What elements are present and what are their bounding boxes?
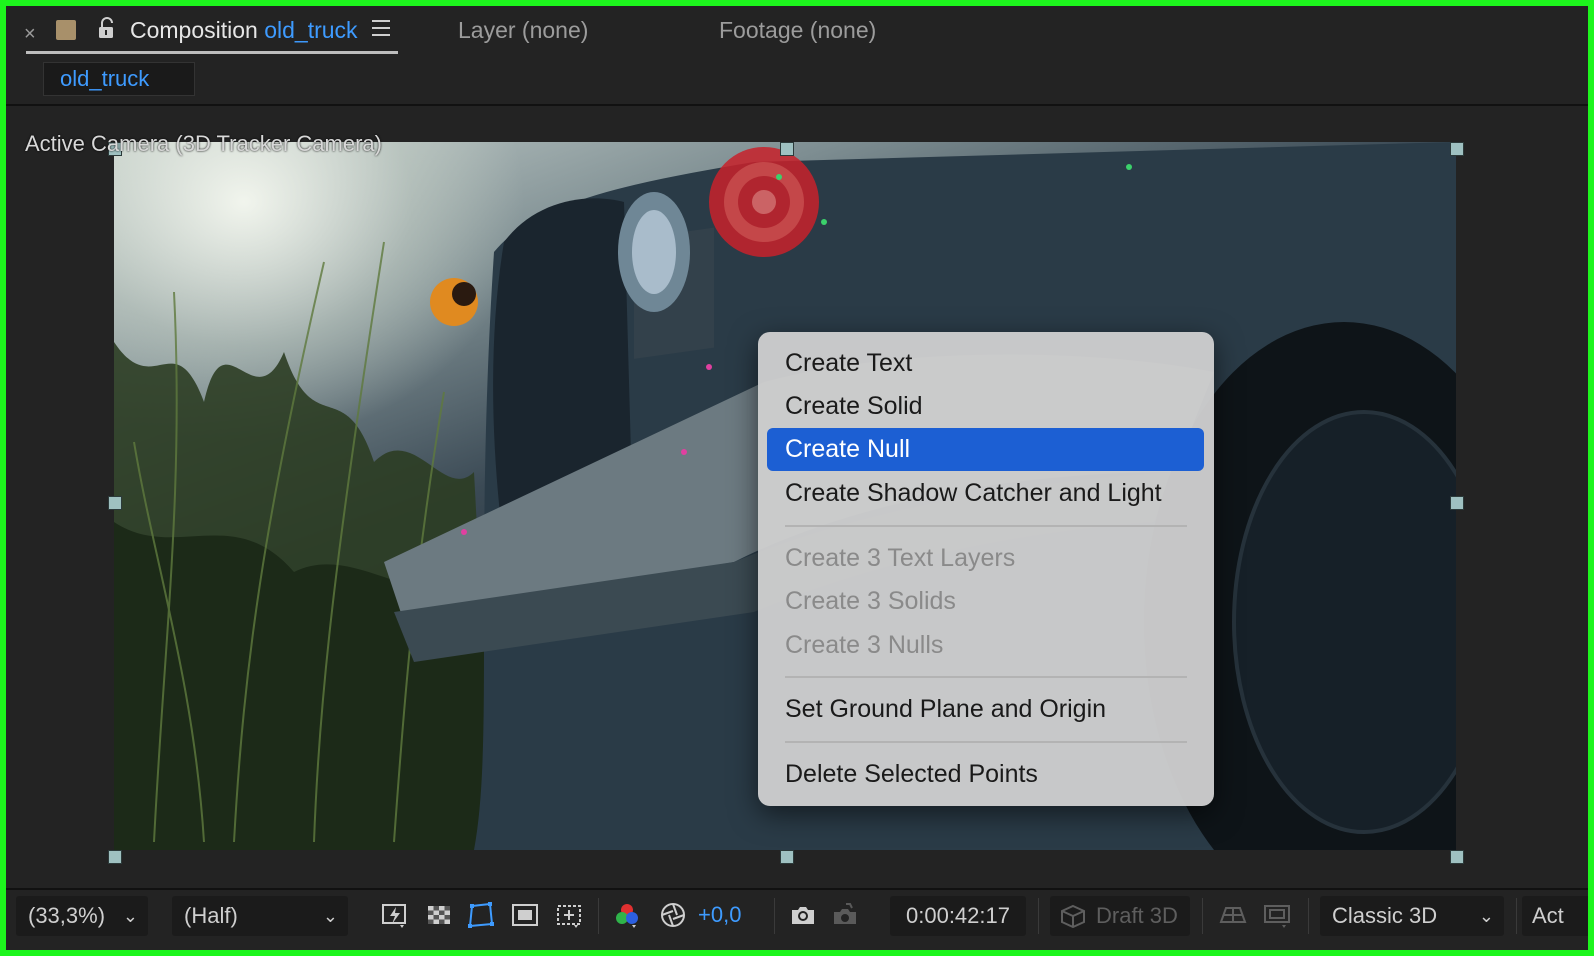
panel-menu-icon[interactable] bbox=[372, 20, 390, 38]
toolbar-separator bbox=[598, 898, 599, 934]
tab-composition-title: Composition old_truck bbox=[130, 17, 358, 44]
exposure-value[interactable]: +0,0 bbox=[698, 902, 741, 928]
timecode-value: 0:00:42:17 bbox=[906, 903, 1010, 928]
renderer-value: Classic 3D bbox=[1332, 903, 1438, 928]
menu-item-create-3-solids: Create 3 Solids bbox=[785, 587, 956, 615]
chevron-down-icon: ⌄ bbox=[322, 906, 338, 926]
zoom-value: (33,3%) bbox=[28, 903, 106, 928]
menu-item-create-solid[interactable]: Create Solid bbox=[767, 385, 1204, 428]
menu-item-create-text[interactable]: Create Text bbox=[767, 342, 1204, 385]
mask-visibility-icon[interactable] bbox=[466, 900, 496, 930]
active-camera-value: Act bbox=[1532, 903, 1564, 928]
zoom-dropdown[interactable]: (33,3%) ⌄ bbox=[16, 896, 148, 936]
composition-viewer[interactable]: Active Camera (3D Tracker Camera) Create… bbox=[6, 106, 1588, 888]
renderer-dropdown[interactable]: Classic 3D ⌄ bbox=[1320, 896, 1504, 936]
composition-flowchart-tab[interactable]: old_truck bbox=[43, 62, 195, 96]
tab-layer[interactable]: Layer (none) bbox=[458, 17, 588, 44]
layer-handle-bottom-center[interactable] bbox=[780, 850, 794, 864]
chevron-down-icon: ⌄ bbox=[1478, 906, 1494, 926]
ground-plane-icon bbox=[1219, 907, 1247, 923]
draft-3d-label: Draft 3D bbox=[1096, 903, 1178, 928]
menu-item-create-shadow-catcher[interactable]: Create Shadow Catcher and Light bbox=[767, 472, 1204, 515]
close-icon[interactable]: × bbox=[24, 24, 36, 44]
layer-handle-top-right[interactable] bbox=[1450, 142, 1464, 156]
toolbar-separator bbox=[1308, 898, 1309, 934]
layer-handle-top-center[interactable] bbox=[780, 142, 794, 156]
layer-handle-middle-right[interactable] bbox=[1450, 496, 1464, 510]
tab-composition-name: old_truck bbox=[264, 17, 358, 43]
layer-handle-bottom-left[interactable] bbox=[108, 850, 122, 864]
layer-handle-bottom-right[interactable] bbox=[1450, 850, 1464, 864]
grid-guides-icon[interactable] bbox=[554, 900, 584, 930]
layer-handle-middle-left[interactable] bbox=[108, 496, 122, 510]
resolution-value: (Half) bbox=[184, 903, 238, 928]
tab-footage[interactable]: Footage (none) bbox=[719, 17, 876, 44]
region-of-interest-icon[interactable] bbox=[510, 900, 540, 930]
draft-3d-toggle[interactable]: Draft 3D bbox=[1050, 896, 1190, 936]
panel-tab-bar: × Composition old_truck Layer (none) Foo… bbox=[6, 6, 1588, 58]
reset-exposure-icon[interactable] bbox=[658, 900, 688, 930]
tab-composition-prefix: Composition bbox=[130, 17, 258, 43]
menu-separator bbox=[785, 525, 1187, 527]
toolbar-separator bbox=[1038, 898, 1039, 934]
tracker-context-menu: Create Text Create Solid Create Null Cre… bbox=[758, 332, 1214, 806]
lock-open-icon[interactable] bbox=[96, 16, 118, 42]
color-channels-icon[interactable] bbox=[612, 900, 642, 930]
active-camera-label: Active Camera (3D Tracker Camera) bbox=[25, 131, 382, 156]
viewer-toolbar: (33,3%) ⌄ (Half) ⌄ +0,0 0:00:42:17 Draft… bbox=[6, 888, 1588, 952]
active-camera-dropdown[interactable]: Act bbox=[1522, 896, 1588, 936]
show-snapshot-icon bbox=[834, 903, 856, 924]
toolbar-separator bbox=[1516, 898, 1517, 934]
menu-item-delete-selected-points[interactable]: Delete Selected Points bbox=[767, 753, 1204, 796]
toolbar-separator bbox=[774, 898, 775, 934]
toolbar-separator bbox=[1202, 898, 1203, 934]
menu-separator bbox=[785, 741, 1187, 743]
menu-item-create-3-text-layers: Create 3 Text Layers bbox=[785, 544, 1016, 572]
menu-item-create-3-nulls: Create 3 Nulls bbox=[785, 631, 944, 659]
menu-item-set-ground-plane[interactable]: Set Ground Plane and Origin bbox=[767, 688, 1204, 731]
composition-color-swatch[interactable] bbox=[56, 20, 76, 40]
current-time-display[interactable]: 0:00:42:17 bbox=[890, 896, 1026, 936]
transparency-grid-icon[interactable] bbox=[424, 900, 454, 930]
extended-viewer-icon bbox=[1264, 905, 1290, 928]
resolution-dropdown[interactable]: (Half) ⌄ bbox=[172, 896, 348, 936]
menu-item-create-null[interactable]: Create Null bbox=[767, 428, 1204, 471]
draft-3d-icon bbox=[1061, 904, 1085, 928]
fast-previews-icon[interactable] bbox=[380, 900, 410, 930]
composition-panel: × Composition old_truck Layer (none) Foo… bbox=[6, 6, 1588, 952]
menu-separator bbox=[785, 676, 1187, 678]
snapshot-camera-icon[interactable] bbox=[788, 900, 818, 930]
chevron-down-icon: ⌄ bbox=[122, 906, 138, 926]
